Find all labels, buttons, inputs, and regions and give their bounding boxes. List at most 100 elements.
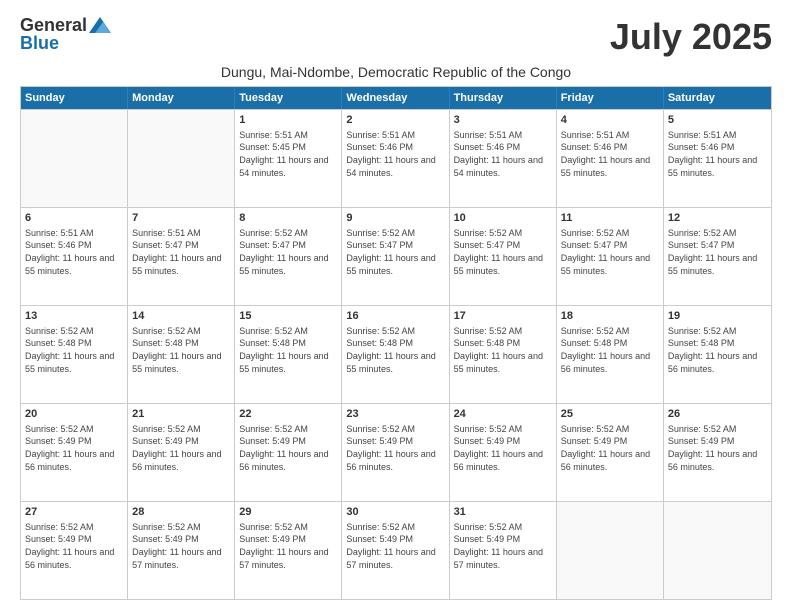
day-number: 3 [454,113,552,128]
day-info: Sunrise: 5:52 AMSunset: 5:49 PMDaylight:… [346,521,444,571]
day-number: 22 [239,407,337,422]
header-day-friday: Friday [557,87,664,109]
logo-icon [89,17,111,33]
header: General Blue July 2025 [20,16,772,58]
day-info: Sunrise: 5:52 AMSunset: 5:49 PMDaylight:… [454,521,552,571]
day-info: Sunrise: 5:52 AMSunset: 5:49 PMDaylight:… [132,521,230,571]
day-cell-26: 26Sunrise: 5:52 AMSunset: 5:49 PMDayligh… [664,404,771,501]
day-cell-13: 13Sunrise: 5:52 AMSunset: 5:48 PMDayligh… [21,306,128,403]
day-info: Sunrise: 5:52 AMSunset: 5:49 PMDaylight:… [25,521,123,571]
day-cell-29: 29Sunrise: 5:52 AMSunset: 5:49 PMDayligh… [235,502,342,599]
day-cell-10: 10Sunrise: 5:52 AMSunset: 5:47 PMDayligh… [450,208,557,305]
empty-cell [664,502,771,599]
day-info: Sunrise: 5:52 AMSunset: 5:47 PMDaylight:… [561,227,659,277]
day-cell-28: 28Sunrise: 5:52 AMSunset: 5:49 PMDayligh… [128,502,235,599]
day-cell-25: 25Sunrise: 5:52 AMSunset: 5:49 PMDayligh… [557,404,664,501]
day-cell-7: 7Sunrise: 5:51 AMSunset: 5:47 PMDaylight… [128,208,235,305]
day-cell-15: 15Sunrise: 5:52 AMSunset: 5:48 PMDayligh… [235,306,342,403]
day-number: 15 [239,309,337,324]
day-number: 6 [25,211,123,226]
day-number: 25 [561,407,659,422]
day-cell-21: 21Sunrise: 5:52 AMSunset: 5:49 PMDayligh… [128,404,235,501]
day-number: 5 [668,113,767,128]
day-cell-5: 5Sunrise: 5:51 AMSunset: 5:46 PMDaylight… [664,110,771,207]
day-number: 2 [346,113,444,128]
day-number: 16 [346,309,444,324]
day-number: 24 [454,407,552,422]
day-cell-2: 2Sunrise: 5:51 AMSunset: 5:46 PMDaylight… [342,110,449,207]
day-cell-4: 4Sunrise: 5:51 AMSunset: 5:46 PMDaylight… [557,110,664,207]
day-info: Sunrise: 5:52 AMSunset: 5:48 PMDaylight:… [346,325,444,375]
day-number: 29 [239,505,337,520]
day-cell-27: 27Sunrise: 5:52 AMSunset: 5:49 PMDayligh… [21,502,128,599]
day-number: 18 [561,309,659,324]
page: General Blue July 2025 Dungu, Mai-Ndombe… [0,0,792,612]
day-number: 7 [132,211,230,226]
header-day-sunday: Sunday [21,87,128,109]
day-info: Sunrise: 5:51 AMSunset: 5:46 PMDaylight:… [454,129,552,179]
day-cell-14: 14Sunrise: 5:52 AMSunset: 5:48 PMDayligh… [128,306,235,403]
day-cell-3: 3Sunrise: 5:51 AMSunset: 5:46 PMDaylight… [450,110,557,207]
header-day-saturday: Saturday [664,87,771,109]
month-title: July 2025 [610,16,772,58]
calendar: SundayMondayTuesdayWednesdayThursdayFrid… [20,86,772,600]
day-cell-30: 30Sunrise: 5:52 AMSunset: 5:49 PMDayligh… [342,502,449,599]
header-day-wednesday: Wednesday [342,87,449,109]
day-number: 17 [454,309,552,324]
day-number: 21 [132,407,230,422]
logo-blue: Blue [20,34,59,52]
day-info: Sunrise: 5:51 AMSunset: 5:46 PMDaylight:… [668,129,767,179]
day-number: 1 [239,113,337,128]
day-cell-31: 31Sunrise: 5:52 AMSunset: 5:49 PMDayligh… [450,502,557,599]
day-info: Sunrise: 5:51 AMSunset: 5:46 PMDaylight:… [25,227,123,277]
day-info: Sunrise: 5:52 AMSunset: 5:49 PMDaylight:… [239,423,337,473]
day-number: 26 [668,407,767,422]
day-cell-6: 6Sunrise: 5:51 AMSunset: 5:46 PMDaylight… [21,208,128,305]
day-cell-18: 18Sunrise: 5:52 AMSunset: 5:48 PMDayligh… [557,306,664,403]
empty-cell [21,110,128,207]
day-number: 10 [454,211,552,226]
day-cell-24: 24Sunrise: 5:52 AMSunset: 5:49 PMDayligh… [450,404,557,501]
day-info: Sunrise: 5:52 AMSunset: 5:49 PMDaylight:… [239,521,337,571]
logo-general: General [20,16,87,34]
day-cell-8: 8Sunrise: 5:52 AMSunset: 5:47 PMDaylight… [235,208,342,305]
day-info: Sunrise: 5:52 AMSunset: 5:48 PMDaylight:… [239,325,337,375]
calendar-header: SundayMondayTuesdayWednesdayThursdayFrid… [21,87,771,109]
day-cell-9: 9Sunrise: 5:52 AMSunset: 5:47 PMDaylight… [342,208,449,305]
day-number: 9 [346,211,444,226]
day-number: 8 [239,211,337,226]
day-info: Sunrise: 5:52 AMSunset: 5:48 PMDaylight:… [561,325,659,375]
day-number: 12 [668,211,767,226]
day-info: Sunrise: 5:52 AMSunset: 5:49 PMDaylight:… [561,423,659,473]
header-day-thursday: Thursday [450,87,557,109]
subtitle: Dungu, Mai-Ndombe, Democratic Republic o… [20,64,772,80]
day-cell-1: 1Sunrise: 5:51 AMSunset: 5:45 PMDaylight… [235,110,342,207]
day-number: 14 [132,309,230,324]
day-info: Sunrise: 5:51 AMSunset: 5:46 PMDaylight:… [561,129,659,179]
day-number: 27 [25,505,123,520]
day-number: 11 [561,211,659,226]
calendar-row-3: 13Sunrise: 5:52 AMSunset: 5:48 PMDayligh… [21,305,771,403]
day-info: Sunrise: 5:52 AMSunset: 5:49 PMDaylight:… [132,423,230,473]
day-info: Sunrise: 5:51 AMSunset: 5:45 PMDaylight:… [239,129,337,179]
day-info: Sunrise: 5:51 AMSunset: 5:46 PMDaylight:… [346,129,444,179]
header-day-tuesday: Tuesday [235,87,342,109]
empty-cell [557,502,664,599]
day-cell-22: 22Sunrise: 5:52 AMSunset: 5:49 PMDayligh… [235,404,342,501]
day-info: Sunrise: 5:52 AMSunset: 5:49 PMDaylight:… [454,423,552,473]
day-info: Sunrise: 5:52 AMSunset: 5:48 PMDaylight:… [25,325,123,375]
calendar-body: 1Sunrise: 5:51 AMSunset: 5:45 PMDaylight… [21,109,771,599]
day-info: Sunrise: 5:52 AMSunset: 5:49 PMDaylight:… [668,423,767,473]
day-cell-19: 19Sunrise: 5:52 AMSunset: 5:48 PMDayligh… [664,306,771,403]
logo: General Blue [20,16,111,52]
calendar-row-2: 6Sunrise: 5:51 AMSunset: 5:46 PMDaylight… [21,207,771,305]
day-cell-17: 17Sunrise: 5:52 AMSunset: 5:48 PMDayligh… [450,306,557,403]
day-info: Sunrise: 5:51 AMSunset: 5:47 PMDaylight:… [132,227,230,277]
day-cell-16: 16Sunrise: 5:52 AMSunset: 5:48 PMDayligh… [342,306,449,403]
header-day-monday: Monday [128,87,235,109]
day-number: 31 [454,505,552,520]
day-info: Sunrise: 5:52 AMSunset: 5:48 PMDaylight:… [132,325,230,375]
day-info: Sunrise: 5:52 AMSunset: 5:47 PMDaylight:… [239,227,337,277]
day-number: 20 [25,407,123,422]
calendar-row-1: 1Sunrise: 5:51 AMSunset: 5:45 PMDaylight… [21,109,771,207]
